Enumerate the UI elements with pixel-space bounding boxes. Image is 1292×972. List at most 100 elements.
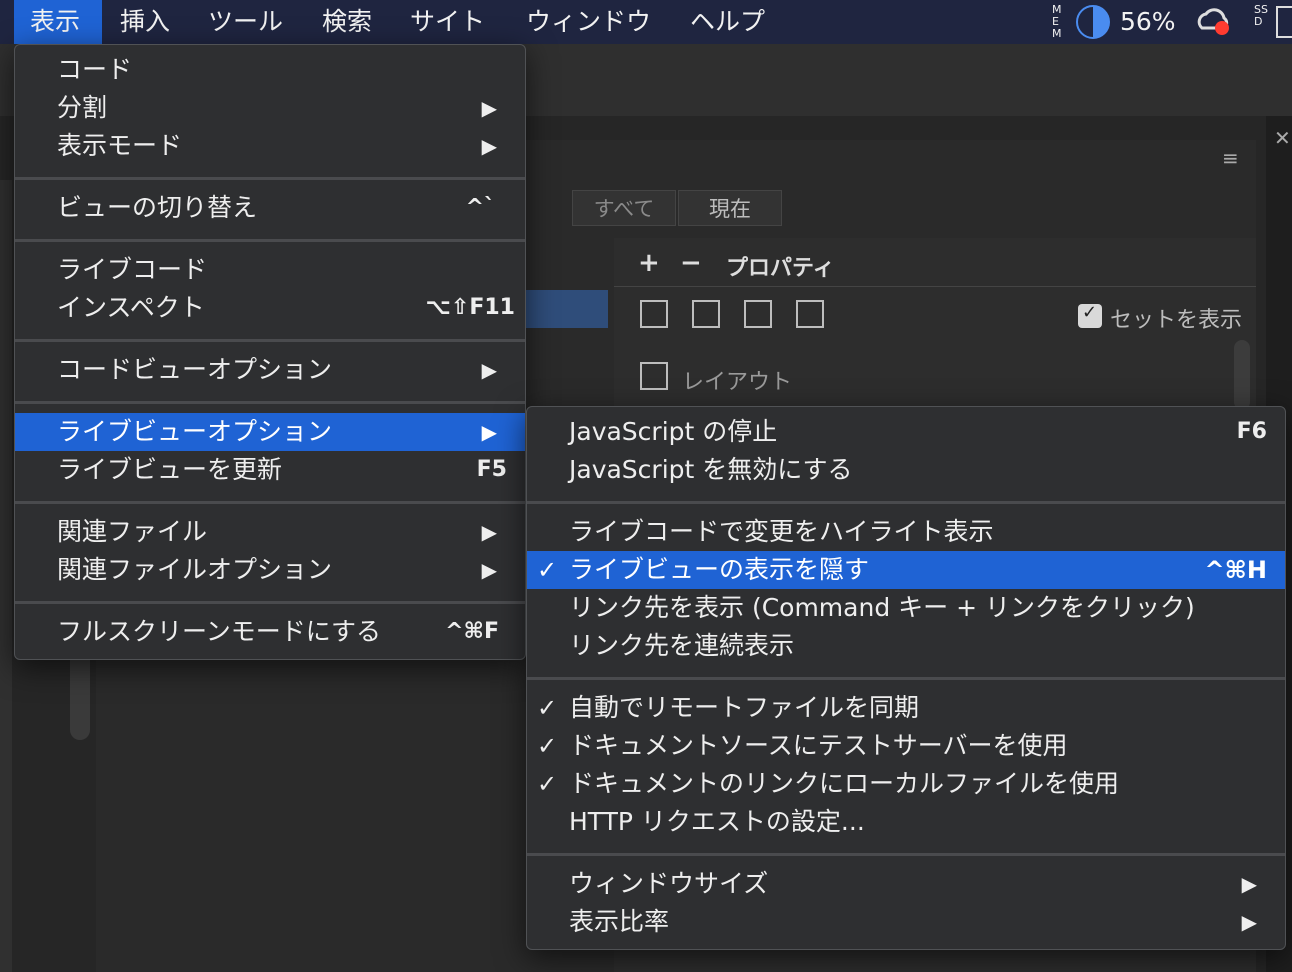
selected-row xyxy=(524,290,608,328)
menu-item-related-files-options[interactable]: 関連ファイルオプション ▶ xyxy=(15,551,525,589)
menu-separator xyxy=(527,677,1285,680)
more-icon[interactable] xyxy=(796,300,824,328)
menu-item-live-view-options[interactable]: ライブビューオプション ▶ xyxy=(15,413,525,451)
menu-item-inspect[interactable]: インスペクト ⌥⇧F11 xyxy=(15,289,525,327)
menu-item-label: JavaScript の停止 xyxy=(569,417,778,446)
menu-item-use-test-server[interactable]: ✓ ドキュメントソースにテストサーバーを使用 xyxy=(527,727,1285,765)
battery-icon[interactable] xyxy=(1276,6,1292,38)
checkbox-check-icon: ✓ xyxy=(1082,302,1098,323)
menu-separator xyxy=(15,339,525,342)
tab-current[interactable]: 現在 xyxy=(678,190,782,226)
show-set-label: セットを表示 xyxy=(1110,308,1243,333)
menu-item-label: コードビューオプション xyxy=(57,355,333,384)
menu-insert[interactable]: 挿入 xyxy=(104,0,186,44)
menu-separator xyxy=(15,401,525,404)
menu-separator xyxy=(15,601,525,604)
menu-help[interactable]: ヘルプ xyxy=(674,0,781,44)
divider xyxy=(614,286,1256,287)
tab-all[interactable]: すべて xyxy=(572,190,676,226)
menu-item-label: ビューの切り替え xyxy=(57,193,258,222)
menu-item-shortcut: F6 xyxy=(1236,419,1267,444)
submenu-arrow-icon: ▶ xyxy=(1241,910,1257,934)
properties-scrollbar[interactable] xyxy=(1234,340,1250,410)
menu-item-related-files[interactable]: 関連ファイル ▶ xyxy=(15,513,525,551)
menu-item-highlight-changes[interactable]: ライブコードで変更をハイライト表示 xyxy=(527,513,1285,551)
menu-item-label: JavaScript を無効にする xyxy=(569,455,853,484)
submenu-arrow-icon: ▶ xyxy=(1241,872,1257,896)
submenu-arrow-icon: ▶ xyxy=(481,96,497,120)
submenu-arrow-icon: ▶ xyxy=(481,420,497,444)
menu-item-split[interactable]: 分割 ▶ xyxy=(15,89,525,127)
submenu-arrow-icon: ▶ xyxy=(481,358,497,382)
mem-percent: 56% xyxy=(1120,7,1176,36)
menu-search[interactable]: 検索 xyxy=(306,0,388,44)
menu-item-window-size[interactable]: ウィンドウサイズ ▶ xyxy=(527,865,1285,903)
menu-item-use-local-files[interactable]: ✓ ドキュメントのリンクにローカルファイルを使用 xyxy=(527,765,1285,803)
menu-item-toggle-view[interactable]: ビューの切り替え ^` xyxy=(15,189,525,227)
menu-item-disable-javascript[interactable]: JavaScript を無効にする xyxy=(527,451,1285,489)
layout-icon[interactable] xyxy=(640,300,668,328)
menu-separator xyxy=(527,853,1285,856)
menu-item-label: ライブコード xyxy=(57,255,208,284)
layout-section-icon xyxy=(640,362,668,390)
menu-item-follow-links-continuously[interactable]: リンク先を連続表示 xyxy=(527,627,1285,665)
menu-item-display-mode[interactable]: 表示モード ▶ xyxy=(15,127,525,165)
remove-property-icon[interactable]: − xyxy=(680,248,702,278)
menu-item-auto-sync-remote[interactable]: ✓ 自動でリモートファイルを同期 xyxy=(527,689,1285,727)
menu-item-shortcut: F5 xyxy=(476,457,507,482)
menu-item-label: 関連ファイルオプション xyxy=(57,555,333,584)
menu-site[interactable]: サイト xyxy=(394,0,501,44)
menu-item-live-code[interactable]: ライブコード xyxy=(15,251,525,289)
menu-item-label: コード xyxy=(57,55,133,84)
menu-item-label: 自動でリモートファイルを同期 xyxy=(569,693,920,722)
menu-item-label: ウィンドウサイズ xyxy=(569,869,769,898)
menu-window[interactable]: ウィンドウ xyxy=(510,0,667,44)
left-edge xyxy=(0,180,12,972)
menu-item-zoom-ratio[interactable]: 表示比率 ▶ xyxy=(527,903,1285,941)
checkmark-icon: ✓ xyxy=(537,770,558,798)
menu-item-follow-link[interactable]: リンク先を表示 (Command キー + リンクをクリック) xyxy=(527,589,1285,627)
menu-item-label: リンク先を連続表示 xyxy=(569,631,795,660)
submenu-arrow-icon: ▶ xyxy=(481,520,497,544)
menu-item-shortcut: ^⌘H xyxy=(1204,556,1267,584)
menu-item-stop-javascript[interactable]: JavaScript の停止 F6 xyxy=(527,413,1285,451)
panel-menu-icon[interactable]: ≡ xyxy=(1222,146,1239,170)
menu-separator xyxy=(15,177,525,180)
live-view-options-submenu: JavaScript の停止 F6 JavaScript を無効にする ライブコー… xyxy=(526,406,1286,950)
menu-item-label: ライブビューオプション xyxy=(57,417,333,446)
menu-item-hide-live-view[interactable]: ✓ ライブビューの表示を隠す ^⌘H xyxy=(527,551,1285,589)
menu-item-fullscreen[interactable]: フルスクリーンモードにする ^⌘F xyxy=(15,613,525,651)
layout-section-label: レイアウト xyxy=(682,370,793,395)
menu-separator xyxy=(15,239,525,242)
close-icon[interactable]: ✕ xyxy=(1274,126,1291,150)
mem-pie-icon[interactable] xyxy=(1076,5,1110,39)
text-icon[interactable] xyxy=(692,300,720,328)
menu-item-http-request-settings[interactable]: HTTP リクエストの設定... xyxy=(527,803,1285,841)
mem-label: MEM xyxy=(1052,3,1062,40)
menu-item-shortcut: ⌥⇧F11 xyxy=(425,295,515,320)
menu-item-label: 表示比率 xyxy=(569,907,670,936)
menu-item-shortcut: ^⌘F xyxy=(445,619,499,644)
submenu-arrow-icon: ▶ xyxy=(481,558,497,582)
menu-item-refresh-live-view[interactable]: ライブビューを更新 F5 xyxy=(15,451,525,489)
properties-label: プロパティ xyxy=(726,256,835,281)
creative-cloud-icon[interactable] xyxy=(1196,8,1232,36)
menu-item-label: 表示モード xyxy=(57,131,183,160)
menu-item-label: ライブコードで変更をハイライト表示 xyxy=(569,517,994,546)
menu-item-label: ドキュメントのリンクにローカルファイルを使用 xyxy=(569,769,1120,798)
checkmark-icon: ✓ xyxy=(537,694,558,722)
ssd-label: SSD xyxy=(1254,3,1268,28)
menu-item-label: フルスクリーンモードにする xyxy=(57,617,382,646)
menu-item-code[interactable]: コード xyxy=(15,51,525,89)
checkmark-icon: ✓ xyxy=(537,556,558,584)
menu-item-code-view-options[interactable]: コードビューオプション ▶ xyxy=(15,351,525,389)
menu-item-label: 分割 xyxy=(57,93,108,122)
view-menu: コード 分割 ▶ 表示モード ▶ ビューの切り替え ^` ライブコード インスペクト ⌥… xyxy=(14,44,526,660)
menu-item-shortcut: ^` xyxy=(465,195,495,220)
add-property-icon[interactable]: + xyxy=(638,248,660,278)
menu-separator xyxy=(527,501,1285,504)
menu-item-label: ライブビューの表示を隠す xyxy=(569,555,870,584)
border-icon[interactable] xyxy=(744,300,772,328)
menu-tools[interactable]: ツール xyxy=(192,0,299,44)
menu-view[interactable]: 表示 xyxy=(14,0,102,44)
